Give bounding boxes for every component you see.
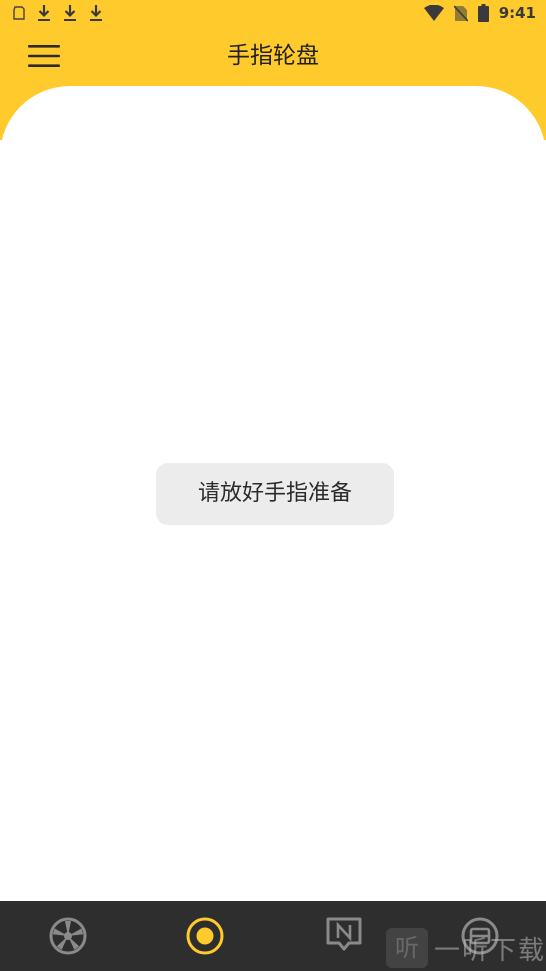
tab-settings[interactable] [412,901,546,971]
wifi-icon [423,5,444,21]
tab-wheel[interactable] [0,901,136,971]
bottom-tabbar [0,901,546,971]
wheel-icon [49,917,87,955]
battery-icon [477,4,489,22]
tab-notice[interactable] [276,901,412,971]
finger-target-icon [186,917,224,955]
prompt-toast: 请放好手指准备 [156,463,394,525]
download-icon [90,5,102,21]
status-right-icons: 9:41 [423,3,536,23]
tab-finger[interactable] [137,901,273,971]
no-sim-icon [453,4,468,22]
download-icon [38,5,50,21]
status-left-icons [12,3,104,23]
page-title: 手指轮盘 [227,43,319,69]
download-icon [64,5,76,21]
notification-n-icon [326,917,362,951]
status-bar: 9:41 [0,0,546,26]
sd-card-icon [13,6,25,20]
status-time: 9:41 [498,4,536,22]
settings-circle-icon [461,917,499,955]
